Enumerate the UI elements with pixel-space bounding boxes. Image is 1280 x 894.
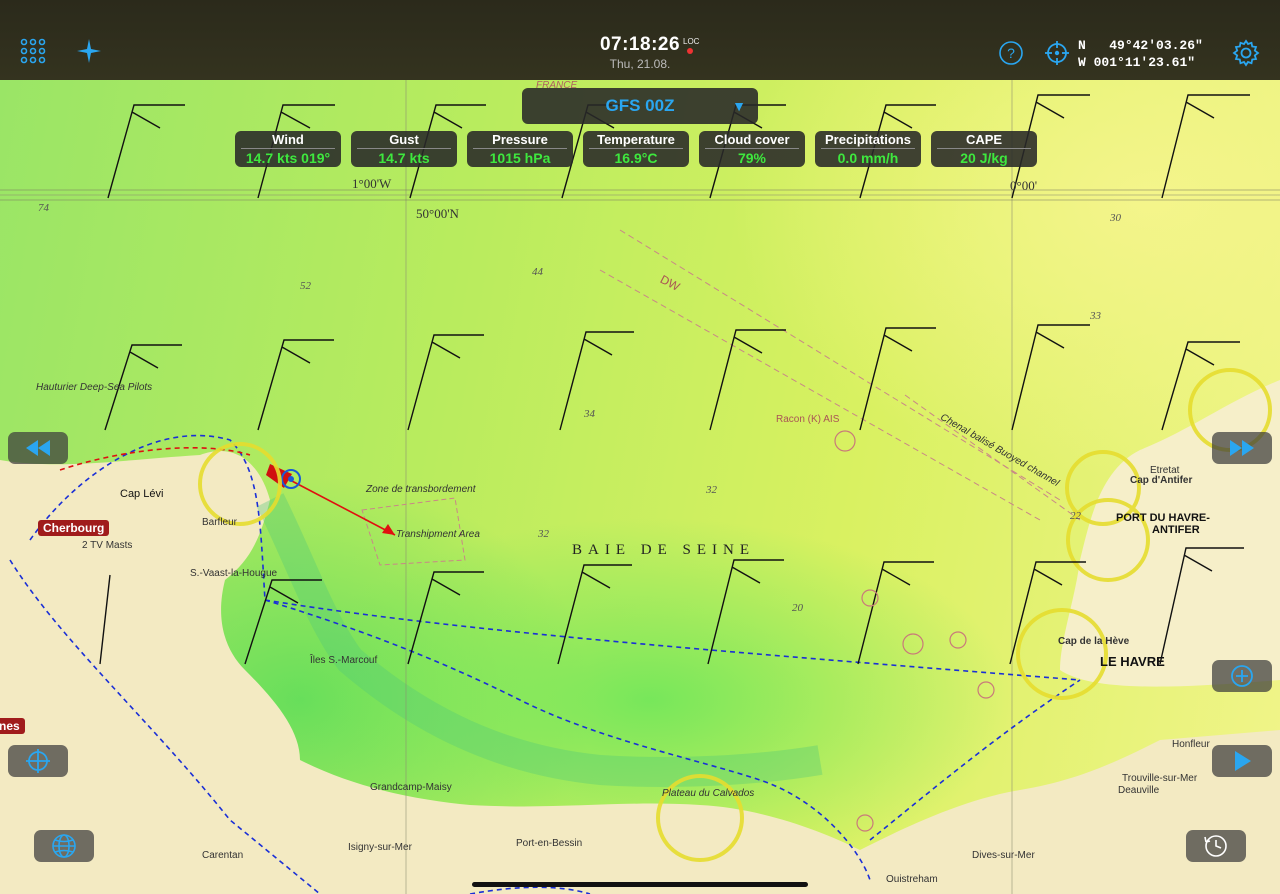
label-zone-transbordement: Zone de transbordement [366,484,476,495]
label-lat-50n: 50°00'N [416,206,459,221]
tag-left-location[interactable]: nes [0,718,25,734]
label-isigny: Isigny-sur-Mer [348,842,412,853]
depth-sounding: 52 [300,280,311,292]
weather-model-selector[interactable]: GFS 00Z ▼ [522,88,758,124]
center-location-button[interactable] [8,745,68,777]
label-lon-1w: 1°00'W [352,176,392,191]
label-baie-de-seine: BAIE DE SEINE [572,542,755,558]
label-port-en-bessin: Port-en-Bessin [516,838,583,849]
clock: 07:18:26 LOC Thu, 21.08. [590,34,699,71]
weather-chip-cloud-cover[interactable]: Cloud cover 79% [699,131,805,167]
label-port-du-havre: PORT DU HAVRE- [1116,512,1210,524]
lat-hemisphere: N [1078,38,1086,53]
label-antifer: ANTIFER [1152,524,1200,536]
depth-sounding: 20 [792,602,803,614]
record-dot [687,48,693,54]
label-hauturier: Hauturier Deep-Sea Pilots [36,382,153,393]
rewind-icon [26,440,50,456]
clock-date: Thu, 21.08. [609,57,671,71]
label-cap-levi: Cap Lévi [120,488,164,500]
depth-sounding: 44 [532,266,543,278]
label-cap-antifer: Cap d'Antifer [1130,475,1193,486]
label-honfleur: Honfleur [1172,739,1210,750]
chip-value: 14.7 kts [378,150,430,166]
tag-cherbourg[interactable]: Cherbourg [38,520,110,536]
label-lon-0: 0°00' [1010,178,1038,193]
weather-chip-gust[interactable]: Gust 14.7 kts [351,131,457,167]
fast-forward-button[interactable] [1212,432,1272,464]
depth-sounding: 74 [38,202,49,214]
play-button[interactable] [1212,745,1272,777]
label-barfleur: Barfleur [202,517,238,528]
chip-value: 20 J/kg [960,150,1008,166]
local-time-label: LOC [683,37,700,46]
label-carentan: Carentan [202,850,244,861]
nautical-chart-map[interactable]: BAIE DE SEINE LE HAVRE PORT DU HAVRE- AN… [0,80,1280,894]
add-waypoint-button[interactable] [1212,660,1272,692]
fast-forward-icon [1230,440,1254,456]
depth-sounding: 32 [706,484,717,496]
rewind-button[interactable] [8,432,68,464]
chip-label: CAPE [965,132,1003,147]
home-indicator [472,882,808,887]
settings-gear-icon[interactable] [1232,39,1260,67]
label-le-havre: LE HAVRE [1100,654,1165,669]
weather-chip-cape[interactable]: CAPE 20 J/kg [931,131,1037,167]
gps-target-icon[interactable] [1044,40,1070,66]
weather-chip-wind[interactable]: Wind 14.7 kts 019° [235,131,341,167]
svg-text:?: ? [1007,45,1015,61]
play-icon [1235,751,1251,771]
depth-sounding: 22 [1070,510,1081,522]
compass-star-icon[interactable] [76,38,102,64]
longitude: 001°11'23.61" [1093,55,1196,70]
weather-chip-pressure[interactable]: Pressure 1015 hPa [467,131,573,167]
depth-sounding: 30 [1110,212,1121,224]
chart-overlay [0,80,1280,894]
crosshair-icon [26,749,50,773]
chip-label: Gust [389,132,419,147]
label-racon: Racon (K) AIS [776,414,840,425]
chip-label: Cloud cover [714,132,790,147]
latitude: 49°42'03.26" [1109,38,1203,53]
position-readout: N 49°42'03.26" W 001°11'23.61" [1078,37,1203,71]
depth-sounding: 33 [1090,310,1101,322]
clock-history-icon [1204,835,1227,857]
dropdown-triangle-icon: ▼ [732,98,746,114]
label-transhipment: Transhipment Area [396,529,480,540]
chip-value: 14.7 kts 019° [245,150,331,166]
depth-sounding: 32 [538,528,549,540]
chip-label: Temperature [597,132,675,147]
label-st-vaast: S.-Vaast-la-Hougue [190,568,278,579]
chip-value: 0.0 mm/h [837,150,899,166]
label-cap-heve: Cap de la Hève [1058,636,1130,647]
weather-chip-precipitations[interactable]: Precipitations 0.0 mm/h [815,131,921,167]
menu-grid-icon[interactable] [20,38,46,64]
chip-value: 79% [737,150,767,166]
label-plateau-calvados: Plateau du Calvados [662,788,755,799]
add-icon [1231,665,1253,687]
label-trouville: Trouville-sur-Mer [1122,773,1198,784]
label-grandcamp: Grandcamp-Maisy [370,782,452,793]
time-history-button[interactable] [1186,830,1246,862]
depth-sounding: 34 [584,408,595,420]
weather-model-label: GFS 00Z [605,96,675,115]
chip-label: Wind [272,132,304,147]
label-ouistreham: Ouistreham [886,874,938,885]
label-iles-marcouf: Îles S.-Marcouf [310,655,378,666]
chip-label: Pressure [492,132,548,147]
label-deauville: Deauville [1118,785,1160,796]
help-icon[interactable]: ? [998,40,1024,66]
label-dives: Dives-sur-Mer [972,850,1035,861]
chip-label: Precipitations [825,132,911,147]
lon-hemisphere: W [1078,55,1086,70]
chip-value: 1015 hPa [489,150,551,166]
weather-chip-temperature[interactable]: Temperature 16.9°C [583,131,689,167]
label-tv-masts: 2 TV Masts [82,540,133,551]
chip-value: 16.9°C [614,150,658,166]
clock-time: 07:18:26 [599,34,681,55]
globe-button[interactable] [34,830,94,862]
globe-icon [52,834,76,858]
